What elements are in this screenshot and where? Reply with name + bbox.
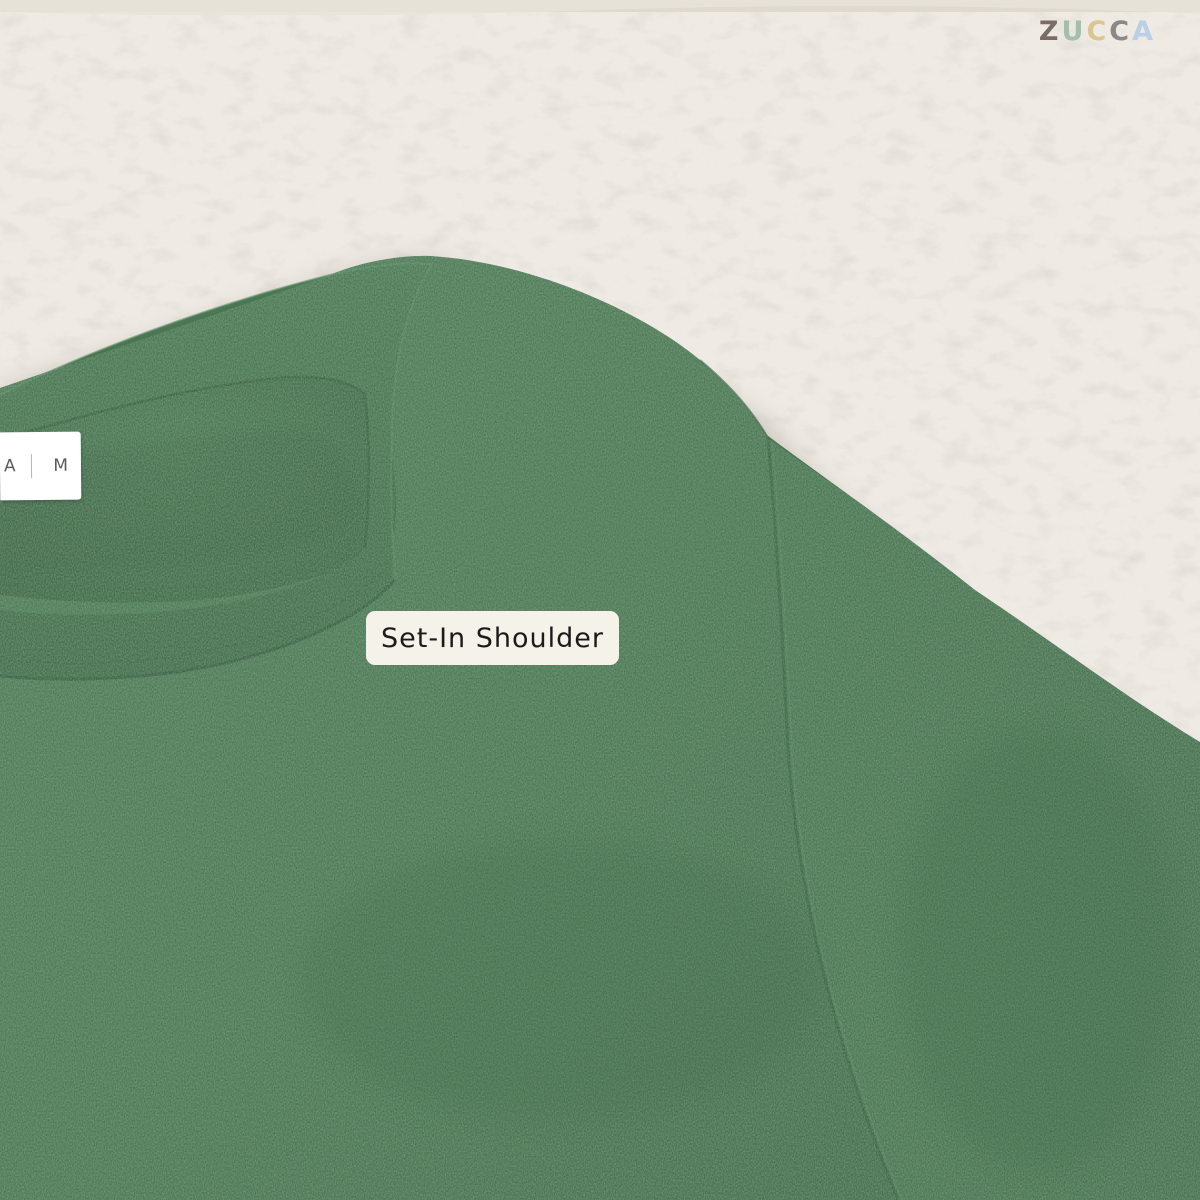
label-separator [30, 454, 33, 479]
label-size: M [53, 455, 69, 476]
product-photo-frame: A M ZUCCA Set-In Shoulder [0, 0, 1200, 1200]
brand-logo-letter: U [1061, 16, 1087, 47]
size-label: A M [0, 431, 82, 501]
brand-logo-letter: C [1109, 16, 1133, 47]
label-brand-fragment: A [3, 456, 16, 477]
product-photo [0, 0, 1200, 1200]
brand-logo-letter: C [1086, 16, 1110, 47]
brand-logo-letter: A [1132, 16, 1156, 47]
feature-callout-label: Set-In Shoulder [366, 611, 619, 665]
brand-logo: ZUCCA [1039, 18, 1156, 45]
brand-logo-letter: Z [1038, 16, 1062, 47]
